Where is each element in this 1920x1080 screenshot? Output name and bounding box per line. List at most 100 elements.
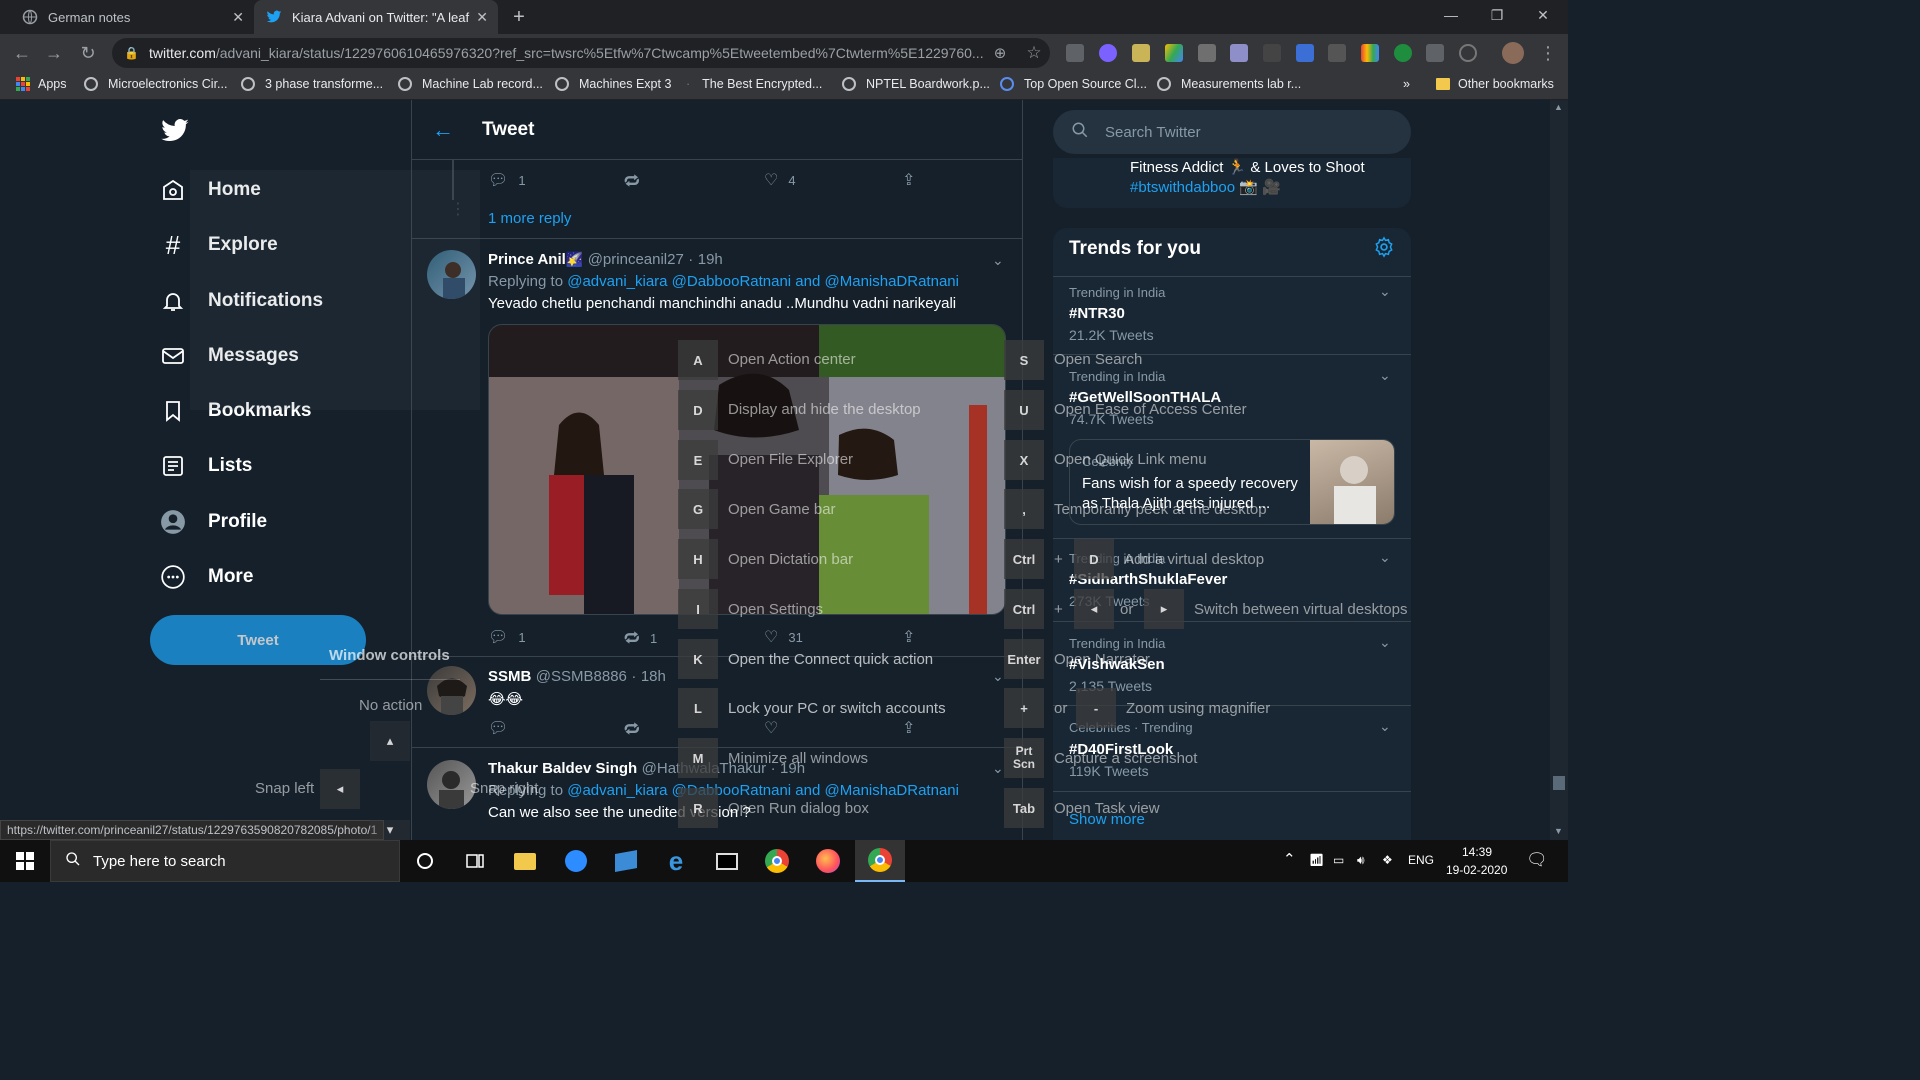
trend-item[interactable]: Trending in India ⌄ #VishwakSen 2,135 Tw… xyxy=(1053,622,1411,706)
extension-icon[interactable] xyxy=(1263,44,1281,62)
sidebar-item-lists[interactable]: Lists xyxy=(160,446,252,486)
cortana-icon[interactable] xyxy=(400,840,450,882)
extension-icon[interactable] xyxy=(1426,44,1444,62)
avatar[interactable] xyxy=(427,666,476,715)
chevron-down-icon[interactable]: ⌄ xyxy=(992,252,1004,269)
card-hashtag[interactable]: #btswithdabboo 📸 🎥 xyxy=(1130,178,1281,196)
extension-icon[interactable] xyxy=(1066,44,1084,62)
bookmarks-overflow-icon[interactable]: » xyxy=(1403,77,1410,91)
chrome-active-icon[interactable] xyxy=(855,840,905,882)
tweet-author-handle[interactable]: @princeanil27 xyxy=(588,251,684,268)
search-input[interactable]: Search Twitter xyxy=(1053,110,1411,154)
chevron-down-icon[interactable]: ⌄ xyxy=(1379,283,1391,300)
extension-icon[interactable] xyxy=(1328,44,1346,62)
page-scrollbar[interactable]: ▲ ▼ xyxy=(1550,100,1568,840)
firefox-icon[interactable] xyxy=(803,840,853,882)
menu-kebab-icon[interactable]: ⋮ xyxy=(1534,40,1562,66)
restore-window-button[interactable]: ❐ xyxy=(1474,0,1520,30)
sidebar-item-more[interactable]: More xyxy=(160,557,253,597)
scroll-thumb[interactable] xyxy=(1553,776,1565,790)
tweet-button[interactable]: Tweet xyxy=(150,615,366,665)
trend-item[interactable]: Trending in India ⌄ #GetWellSoonTHALA 74… xyxy=(1053,355,1411,539)
tab-german-notes[interactable]: German notes ✕ xyxy=(10,0,254,34)
more-replies-link[interactable]: 1 more reply xyxy=(488,210,571,227)
show-more-link[interactable]: Show more xyxy=(1069,811,1145,828)
new-tab-button[interactable]: + xyxy=(508,6,530,28)
tweet-author-handle[interactable]: @SSMB8886 xyxy=(536,668,627,685)
chrome-icon[interactable] xyxy=(752,840,802,882)
tweet-author-name[interactable]: Thakur Baldev Singh xyxy=(488,760,637,777)
bookmark-other[interactable]: Other bookmarks xyxy=(1436,77,1554,91)
zoom-icon[interactable] xyxy=(551,840,601,882)
sidebar-item-profile[interactable]: Profile xyxy=(160,502,267,542)
extension-icon[interactable] xyxy=(1132,44,1150,62)
extension-icon[interactable] xyxy=(1296,44,1314,62)
taskbar-search-input[interactable]: Type here to search xyxy=(50,840,400,882)
tweet-time[interactable]: 19h xyxy=(698,251,723,268)
dropbox-icon[interactable]: ❖ xyxy=(1382,853,1393,867)
tweet-author-name[interactable]: Prince Anil xyxy=(488,251,566,268)
share-button[interactable]: ⇪ xyxy=(902,627,925,647)
profile-avatar[interactable] xyxy=(1502,42,1524,64)
back-arrow-icon[interactable]: ← xyxy=(432,117,462,143)
trend-item[interactable]: Trending in India ⌄ #NTR30 21.2K Tweets xyxy=(1053,277,1411,355)
reply-button[interactable]: 💬︎ 1 xyxy=(488,170,526,190)
close-tab-icon[interactable]: ✕ xyxy=(476,9,488,26)
volume-icon[interactable]: 🔊︎ xyxy=(1357,853,1365,868)
like-button[interactable]: ♡ 31 xyxy=(764,627,803,647)
clock-time[interactable]: 14:39 xyxy=(1462,845,1492,859)
news-card[interactable]: Celebrity Fans wish for a speedy recover… xyxy=(1069,439,1395,525)
retweet-button[interactable]: 🔁︎ xyxy=(624,170,650,193)
extension-icon[interactable] xyxy=(1099,44,1117,62)
retweet-button[interactable]: 🔁︎ xyxy=(624,718,650,741)
extension-icon[interactable] xyxy=(1394,44,1412,62)
forward-arrow-icon[interactable]: → xyxy=(40,40,68,66)
windows-start-icon[interactable] xyxy=(0,840,50,882)
trend-item[interactable]: Trending in India ⌄ #SidharthShuklaFever… xyxy=(1053,539,1411,622)
avatar[interactable] xyxy=(427,760,476,809)
bookmark-item[interactable]: · The Best Encrypted... xyxy=(686,77,822,91)
mention-links[interactable]: @advani_kiara @DabbooRatnani and @Manish… xyxy=(567,782,959,799)
bookmark-item[interactable]: Machines Expt 3 xyxy=(555,77,671,91)
drive-icon[interactable] xyxy=(1165,44,1183,62)
extension-icon[interactable] xyxy=(1198,44,1216,62)
sidebar-item-messages[interactable]: Messages xyxy=(160,336,299,376)
tweet-time[interactable]: 18h xyxy=(641,668,666,685)
file-explorer-icon[interactable] xyxy=(500,840,550,882)
task-view-icon[interactable] xyxy=(450,840,500,882)
close-window-button[interactable]: ✕ xyxy=(1520,0,1566,30)
sidebar-item-notifications[interactable]: Notifications xyxy=(160,281,323,321)
bookmark-item[interactable]: Microelectronics Cir... xyxy=(84,77,227,91)
scroll-up-arrow[interactable]: ▲ xyxy=(1554,102,1563,112)
chevron-up-icon[interactable]: ⌃ xyxy=(1283,850,1296,868)
share-button[interactable]: ⇪ xyxy=(902,170,925,190)
add-icon[interactable]: ⊕ xyxy=(986,40,1014,66)
retweet-button[interactable]: 🔁︎ 1 xyxy=(624,627,657,650)
notifications-icon[interactable]: 🗨︎ xyxy=(1526,850,1548,870)
clock-date[interactable]: 19-02-2020 xyxy=(1446,863,1507,877)
bookmark-item[interactable]: Top Open Source Cl... xyxy=(1000,77,1147,91)
wifi-icon[interactable]: 📶︎ xyxy=(1309,853,1324,867)
close-tab-icon[interactable]: ✕ xyxy=(232,9,244,26)
tweet-photo[interactable] xyxy=(488,324,1006,615)
back-arrow-icon[interactable]: ← xyxy=(8,40,36,66)
trend-item[interactable]: Celebrities · Trending ⌄ #D40FirstLook 1… xyxy=(1053,706,1411,792)
language-indicator[interactable]: ENG xyxy=(1408,853,1434,867)
share-button[interactable]: ⇪ xyxy=(902,718,925,738)
bookmark-item[interactable]: NPTEL Boardwork.p... xyxy=(842,77,990,91)
app-icon[interactable] xyxy=(601,840,651,882)
chevron-down-icon[interactable]: ⌄ xyxy=(1379,367,1391,384)
address-bar[interactable]: 🔒 twitter.com /advani_kiara/status/12297… xyxy=(112,38,1050,68)
mention-links[interactable]: @advani_kiara @DabbooRatnani and @Manish… xyxy=(567,273,959,290)
like-button[interactable]: ♡ 4 xyxy=(764,170,796,190)
minimize-window-button[interactable]: — xyxy=(1428,0,1474,30)
chevron-down-icon[interactable]: ⌄ xyxy=(992,760,1004,777)
reply-button[interactable]: 💬︎ 1 xyxy=(488,627,526,647)
avatar[interactable] xyxy=(427,250,476,299)
like-button[interactable]: ♡ xyxy=(764,718,788,738)
star-bookmark-icon[interactable]: ☆ xyxy=(1020,40,1048,66)
tweet-author-name[interactable]: SSMB xyxy=(488,668,531,685)
extension-icon[interactable] xyxy=(1459,44,1477,62)
reload-icon[interactable]: ↻ xyxy=(74,40,102,66)
gear-icon[interactable] xyxy=(1373,236,1395,258)
